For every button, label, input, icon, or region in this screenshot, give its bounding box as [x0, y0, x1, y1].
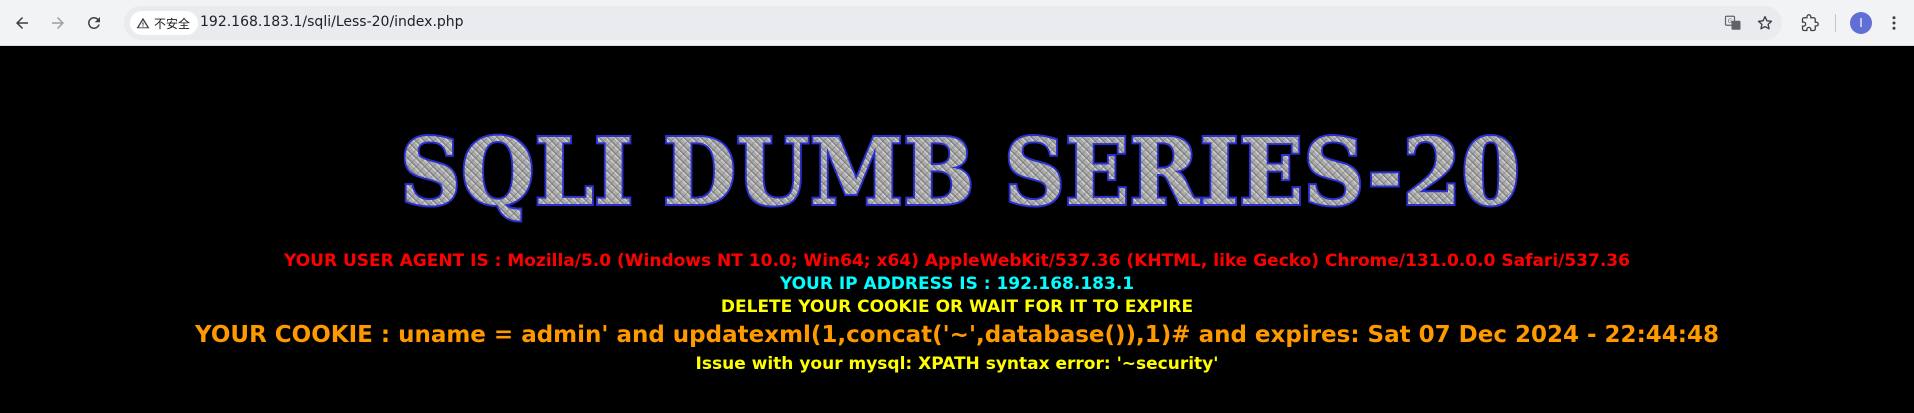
security-label: 不安全 — [154, 16, 191, 31]
translate-icon: G — [1724, 15, 1741, 30]
page-title: SQLI DUMB SERIES-20 — [400, 118, 1520, 226]
more-vertical-icon — [1892, 16, 1896, 30]
translate-button[interactable]: G — [1724, 14, 1742, 32]
cookie-text: YOUR COOKIE : uname = admin' and updatex… — [195, 322, 1719, 348]
delete-cookie-text: DELETE YOUR COOKIE OR WAIT FOR IT TO EXP… — [720, 297, 1194, 317]
bookmark-star-button[interactable] — [1756, 14, 1774, 32]
user-agent-text: YOUR USER AGENT IS : Mozilla/5.0 (Window… — [284, 251, 1630, 271]
reload-icon — [88, 16, 100, 29]
page-content: SQLI DUMB SERIES-20 YOUR USER AGENT IS :… — [0, 46, 1914, 413]
arrow-left-icon — [16, 17, 28, 29]
back-button[interactable] — [10, 11, 34, 35]
profile-avatar[interactable]: I — [1850, 12, 1872, 34]
svg-text:G: G — [1728, 18, 1733, 25]
extensions-button[interactable] — [1798, 11, 1822, 35]
reload-button[interactable] — [82, 11, 106, 35]
ip-address-text: YOUR IP ADDRESS IS : 192.168.183.1 — [779, 274, 1135, 294]
forward-button[interactable] — [46, 11, 70, 35]
address-bar[interactable]: 不安全 192.168.183.1/sqli/Less-20/index.php… — [124, 6, 1782, 40]
mysql-error-text: Issue with your mysql: XPATH syntax erro… — [695, 354, 1219, 374]
star-icon — [1757, 15, 1773, 30]
warning-icon — [136, 17, 150, 29]
puzzle-icon — [1801, 14, 1819, 32]
security-chip[interactable]: 不安全 — [130, 11, 199, 35]
toolbar-separator — [1835, 14, 1836, 32]
page-title-graphic: SQLI DUMB SERIES-20 — [398, 116, 1522, 228]
menu-button[interactable] — [1882, 11, 1906, 35]
browser-toolbar: 不安全 192.168.183.1/sqli/Less-20/index.php… — [0, 0, 1914, 46]
url-text[interactable]: 192.168.183.1/sqli/Less-20/index.php — [200, 14, 464, 30]
page-title-banner: SQLI DUMB SERIES-20 — [390, 116, 1530, 228]
arrow-right-icon — [52, 17, 64, 29]
